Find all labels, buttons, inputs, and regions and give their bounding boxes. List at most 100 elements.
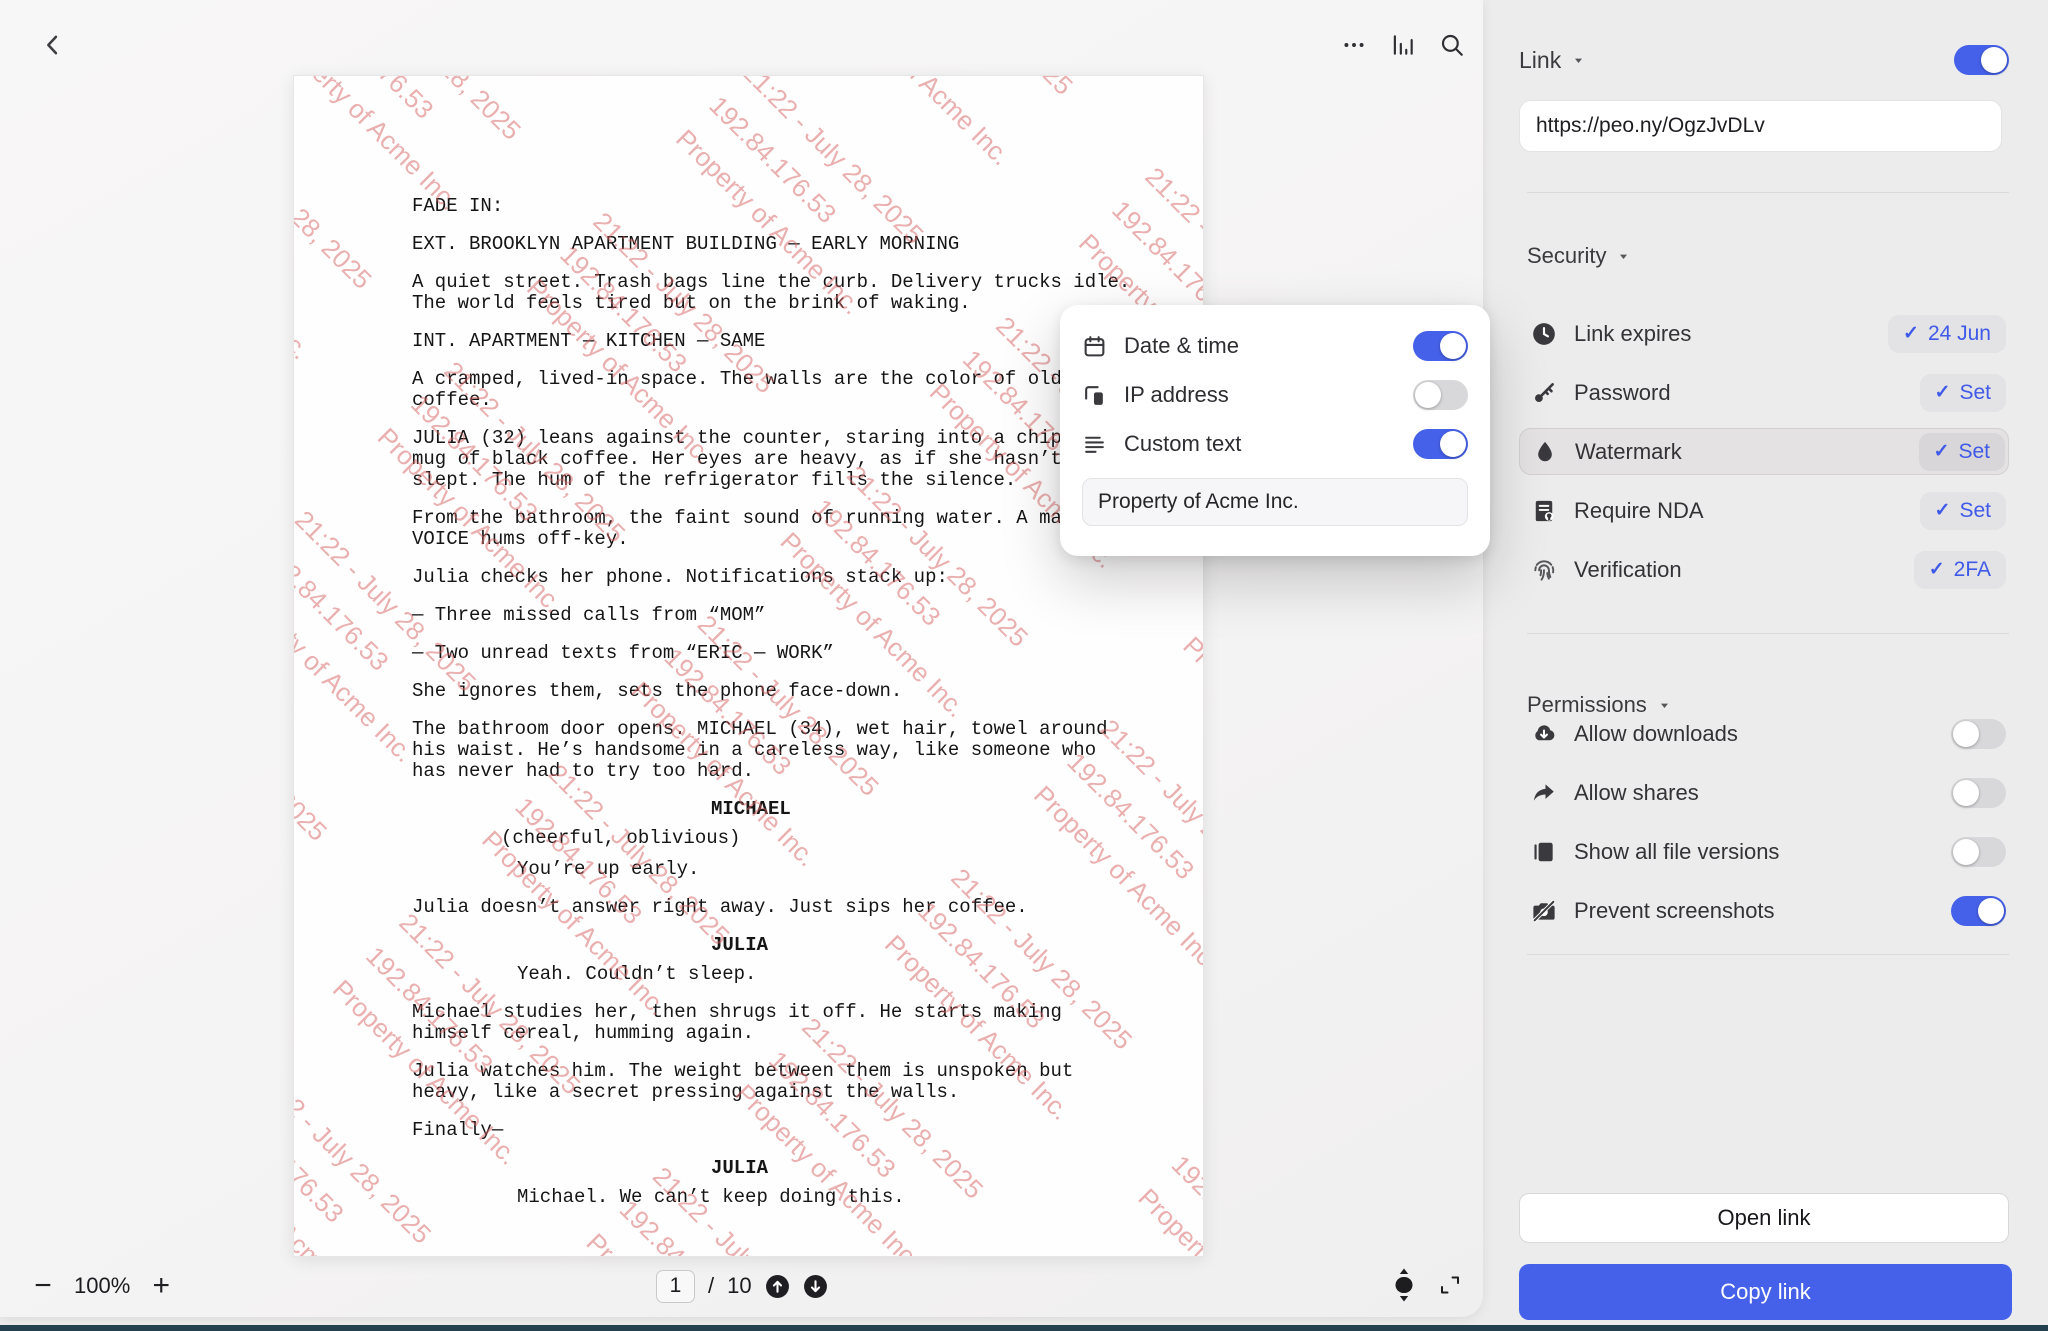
security-title: Security [1527, 243, 1606, 269]
check-icon: ✓ [1935, 499, 1951, 522]
permission-row-prevent-screenshots: Prevent screenshots [1519, 887, 2009, 934]
caret-down-icon [1617, 250, 1630, 263]
page-total: 10 [727, 1273, 751, 1299]
fingerprint-icon [1531, 557, 1557, 583]
share-icon [1531, 780, 1557, 806]
script-content: FADE IN: EXT. BROOKLYN APARTMENT BUILDING… [412, 196, 1142, 1225]
security-row-require-nda[interactable]: Require NDA ✓ Set [1519, 487, 2009, 534]
ip-device-icon [1082, 383, 1107, 408]
link-title: Link [1519, 47, 1561, 74]
caret-down-icon [1572, 54, 1585, 67]
watermark-tile: 21:22 - July 28, 2025192.84.176.53Proper… [294, 96, 387, 371]
next-page-button[interactable] [803, 1274, 828, 1299]
custom-watermark-text-input[interactable] [1082, 478, 1468, 526]
custom-text-label: Custom text [1124, 431, 1413, 457]
script-char: JULIA [711, 1158, 1142, 1179]
key-icon [1531, 380, 1557, 406]
window-bottom-edge [0, 1325, 2048, 1331]
more-options-button[interactable] [1340, 30, 1370, 60]
show-all-file-versions-label: Show all file versions [1574, 839, 1951, 865]
divider [1527, 192, 2009, 193]
script-dialogue: Michael. We can’t keep doing this. [517, 1187, 1142, 1208]
page-separator: / [708, 1273, 714, 1299]
password-label: Password [1574, 380, 1920, 406]
page-navigation: / 10 [656, 1264, 828, 1308]
verification-label: Verification [1574, 557, 1914, 583]
arrow-down-circle-icon [803, 1274, 828, 1299]
script-char: MICHAEL [711, 799, 1142, 820]
script-action: Finally— [412, 1120, 1142, 1141]
security-row-verification[interactable]: Verification✓2FA [1519, 546, 2009, 593]
script-action: The bathroom door opens. MICHAEL (34), w… [412, 719, 1142, 782]
view-tools [1392, 1258, 1462, 1314]
scroll-toggle-icon [1392, 1291, 1416, 1306]
security-row-watermark[interactable]: Watermark✓Set [1519, 428, 2009, 475]
link-expires-label: Link expires [1574, 321, 1888, 347]
allow-downloads-toggle[interactable] [1951, 719, 2006, 749]
page-number-input[interactable] [656, 1270, 695, 1303]
document-page[interactable]: FADE IN: EXT. BROOKLYN APARTMENT BUILDING… [293, 75, 1204, 1257]
search-button[interactable] [1438, 30, 1468, 60]
require-nda-badge[interactable]: ✓ Set [1920, 492, 2006, 530]
date-time-toggle[interactable] [1413, 331, 1468, 361]
chevron-left-icon [39, 47, 67, 62]
open-link-button[interactable]: Open link [1519, 1193, 2009, 1243]
require-nda-label: Require NDA [1574, 498, 1920, 524]
allow-shares-toggle[interactable] [1951, 778, 2006, 808]
previous-page-button[interactable] [765, 1274, 790, 1299]
check-icon: ✓ [1903, 322, 1919, 345]
divider [1527, 954, 2009, 955]
custom-text-toggle[interactable] [1413, 429, 1468, 459]
watermark-tile: 21:22 - July 28, 2025192.84.176.53Proper… [813, 76, 1088, 178]
viewer-toolbar [1340, 30, 1468, 60]
script-action: A quiet street. Trash bags line the curb… [412, 272, 1142, 314]
custom-text-option-row: Custom text [1082, 425, 1468, 463]
script-char: JULIA [711, 935, 1142, 956]
document-viewer-panel: FADE IN: EXT. BROOKLYN APARTMENT BUILDING… [0, 0, 1483, 1317]
date-time-label: Date & time [1124, 333, 1413, 359]
script-action: Julia watches him. The weight between th… [412, 1061, 1142, 1103]
link-expires-badge[interactable]: ✓24 Jun [1888, 315, 2006, 353]
zoom-level: 100% [74, 1273, 130, 1299]
check-icon: ✓ [1935, 381, 1951, 404]
allow-shares-label: Allow shares [1574, 780, 1951, 806]
analytics-button[interactable] [1389, 30, 1419, 60]
zoom-out-button[interactable]: − [26, 1269, 60, 1303]
scroll-mode-button[interactable] [1392, 1267, 1416, 1306]
require-nda-badge-value: Set [1959, 499, 1991, 523]
security-row-password[interactable]: Password✓Set [1519, 369, 2009, 416]
script-paren: (cheerful, oblivious) [501, 828, 1142, 849]
check-icon: ✓ [1929, 558, 1945, 581]
security-section-header[interactable]: Security [1527, 243, 1630, 269]
camera-off-icon [1531, 898, 1557, 924]
fullscreen-button[interactable] [1438, 1273, 1462, 1300]
show-all-file-versions-toggle[interactable] [1951, 837, 2006, 867]
script-action: From the bathroom, the faint sound of ru… [412, 508, 1142, 550]
back-button[interactable] [34, 27, 72, 65]
verification-badge[interactable]: ✓2FA [1914, 551, 2006, 589]
prevent-screenshots-toggle[interactable] [1951, 896, 2006, 926]
date-time-option-row: Date & time [1082, 327, 1468, 365]
zoom-controls: − 100% + [26, 1264, 178, 1308]
script-dialogue: You’re up early. [517, 859, 1142, 880]
divider [1527, 633, 2009, 634]
script-action: INT. APARTMENT — KITCHEN — SAME [412, 331, 1142, 352]
script-action: FADE IN: [412, 196, 1142, 217]
app-window: FADE IN: EXT. BROOKLYN APARTMENT BUILDING… [0, 0, 2048, 1331]
script-action: She ignores them, sets the phone face-do… [412, 681, 1142, 702]
check-icon: ✓ [1934, 440, 1950, 463]
versions-icon [1531, 839, 1557, 865]
link-enabled-toggle[interactable] [1954, 45, 2009, 75]
link-section-header[interactable]: Link [1519, 47, 1585, 74]
ip-address-toggle[interactable] [1413, 380, 1468, 410]
script-action: — Three missed calls from “MOM” [412, 605, 1142, 626]
security-row-link-expires[interactable]: Link expires✓24 Jun [1519, 310, 2009, 357]
password-badge[interactable]: ✓Set [1920, 374, 2006, 412]
zoom-in-button[interactable]: + [144, 1269, 178, 1303]
text-lines-icon [1082, 432, 1107, 457]
watermark-badge[interactable]: ✓Set [1919, 433, 2005, 471]
copy-link-button[interactable]: Copy link [1519, 1264, 2012, 1320]
share-url-input[interactable] [1519, 100, 2002, 152]
script-action: EXT. BROOKLYN APARTMENT BUILDING — EARLY… [412, 234, 1142, 255]
script-action: A cramped, lived-in space. The walls are… [412, 369, 1142, 411]
